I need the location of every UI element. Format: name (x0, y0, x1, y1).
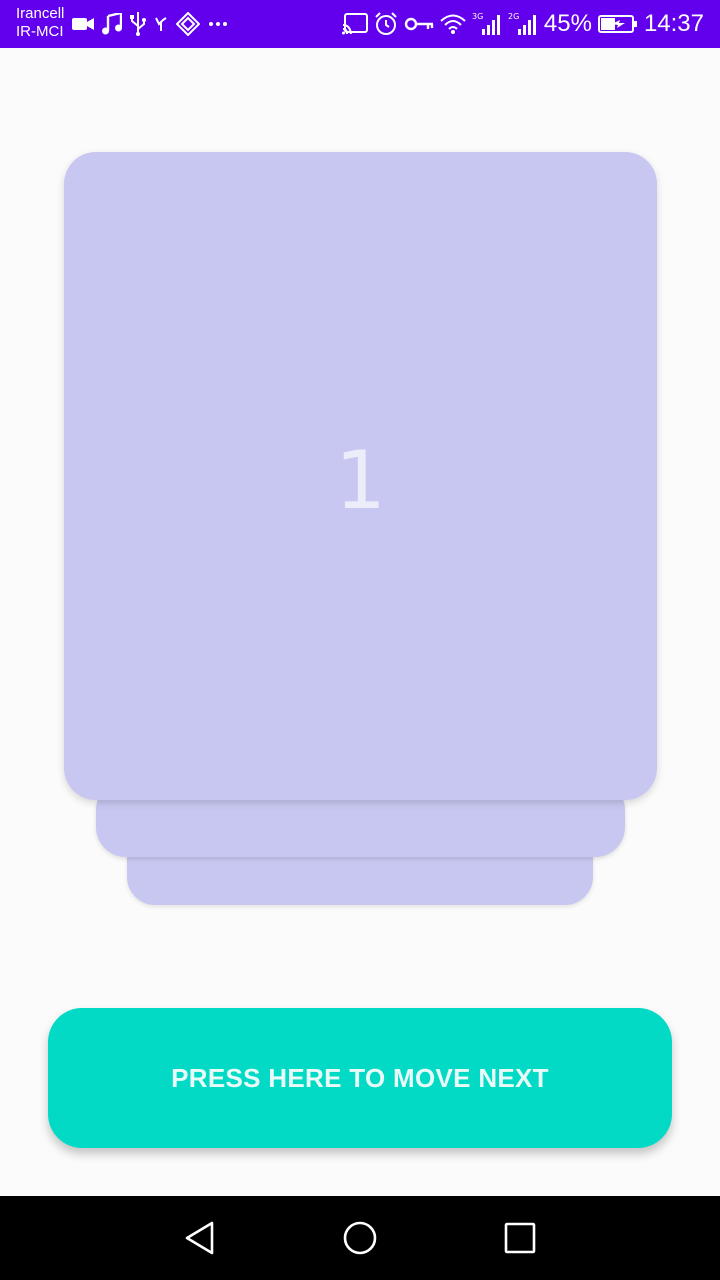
usb-icon (130, 12, 146, 36)
battery-percent: 45% (543, 10, 592, 37)
wifi-icon (440, 13, 466, 35)
screen: Irancell IR-MCI 3G 2G 45% 14:37 1 PRESS … (0, 0, 720, 1280)
notification-icons (72, 12, 228, 36)
navigation-bar (0, 1196, 720, 1280)
music-note-icon (102, 13, 122, 35)
back-icon (184, 1221, 216, 1255)
home-button[interactable] (336, 1214, 384, 1262)
home-icon (342, 1220, 378, 1256)
alarm-icon (374, 12, 398, 36)
card-number: 1 (335, 433, 386, 527)
key-icon (404, 16, 434, 32)
move-next-button-label: PRESS HERE TO MOVE NEXT (171, 1062, 549, 1093)
back-button[interactable] (176, 1214, 224, 1262)
diamond-app-icon (176, 12, 200, 36)
persian-digit-2-icon (154, 15, 168, 33)
svg-text:3G: 3G (472, 12, 483, 21)
more-dots-icon (208, 21, 228, 27)
video-camera-icon (72, 16, 94, 32)
signal-3g-icon: 3G (472, 11, 502, 37)
recents-button[interactable] (496, 1214, 544, 1262)
system-status-icons: 3G 2G 45% 14:37 (341, 10, 704, 38)
recents-icon (504, 1222, 536, 1254)
signal-2g-icon: 2G (508, 11, 538, 37)
cast-icon (341, 13, 368, 35)
carrier-label: Irancell IR-MCI (16, 5, 64, 41)
status-bar: Irancell IR-MCI 3G 2G 45% 14:37 (0, 0, 720, 48)
carrier-name: Irancell (16, 5, 65, 22)
clock: 14:37 (643, 10, 704, 37)
move-next-button[interactable]: PRESS HERE TO MOVE NEXT (48, 1008, 672, 1148)
carrier-network: IR-MCI (16, 23, 64, 40)
battery-charging-icon (597, 14, 638, 34)
front-card[interactable]: 1 (64, 152, 657, 800)
svg-text:2G: 2G (508, 12, 519, 21)
